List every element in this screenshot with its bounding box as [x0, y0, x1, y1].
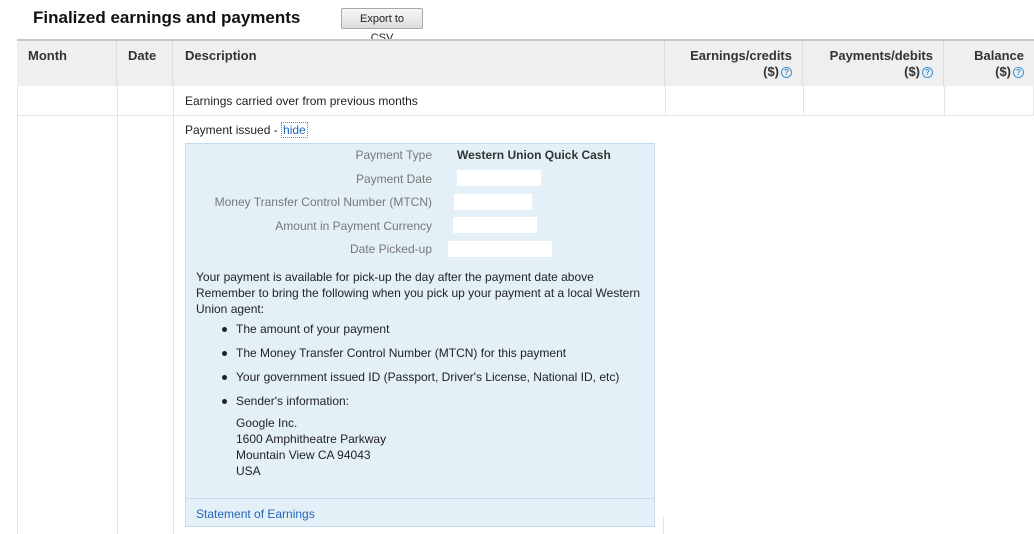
- pickup-instructions: Your payment is available for pick-up th…: [196, 269, 641, 487]
- list-item: Your government issued ID (Passport, Dri…: [222, 369, 641, 385]
- detail-label-date-picked-up: Date Picked-up: [349, 242, 432, 256]
- row-earnings-carried-over: Earnings carried over from previous mont…: [185, 94, 418, 108]
- detail-value-payment-type: Western Union Quick Cash: [457, 148, 611, 162]
- detail-row-payment-date: Payment Date: [186, 170, 656, 190]
- address-line: USA: [236, 464, 261, 478]
- hide-link[interactable]: hide: [281, 122, 308, 138]
- column-header-balance-label: Balance: [974, 48, 1024, 63]
- column-header-month-label: Month: [28, 48, 67, 63]
- column-header-earnings-unit-row: ($)?: [665, 64, 792, 80]
- detail-row-date-picked-up: Date Picked-up: [186, 241, 656, 260]
- payment-issued-label: Payment issued -: [185, 123, 282, 137]
- help-icon[interactable]: ?: [1013, 67, 1024, 78]
- column-header-date-label: Date: [128, 48, 157, 63]
- detail-row-mtcn: Money Transfer Control Number (MTCN): [186, 194, 656, 213]
- table-header: Month Date Description Earnings/credits …: [17, 39, 1034, 86]
- address-line: Google Inc.: [236, 416, 298, 430]
- redacted-value: [453, 217, 537, 233]
- sender-info-label: Sender's information:: [236, 394, 350, 408]
- address-line: Mountain View CA 94043: [236, 448, 371, 462]
- address-line: 1600 Amphitheatre Parkway: [236, 432, 387, 446]
- grid-line: [117, 86, 118, 534]
- column-header-payments-label: Payments/debits: [829, 48, 933, 63]
- column-header-month: Month: [17, 41, 117, 86]
- help-icon[interactable]: ?: [781, 67, 792, 78]
- statement-of-earnings-link[interactable]: Statement of Earnings: [196, 507, 315, 521]
- column-header-balance: Balance ($)?: [944, 41, 1034, 86]
- redacted-value: [448, 241, 552, 257]
- detail-label-payment-type: Payment Type: [355, 148, 433, 162]
- payment-details-footer: Statement of Earnings: [186, 498, 654, 526]
- redacted-value: [454, 194, 532, 210]
- list-item: The Money Transfer Control Number (MTCN)…: [222, 345, 641, 361]
- column-header-description: Description: [173, 41, 665, 86]
- payment-details-panel: Payment Type Western Union Quick Cash Pa…: [185, 143, 655, 527]
- pickup-availability-text: Your payment is available for pick-up th…: [196, 270, 594, 284]
- pickup-reminder-text: Remember to bring the following when you…: [196, 286, 641, 316]
- grid-line: [663, 516, 664, 534]
- detail-row-payment-type: Payment Type Western Union Quick Cash: [186, 148, 656, 166]
- column-header-payments-unit-row: ($)?: [803, 64, 933, 80]
- redacted-value: [457, 170, 541, 186]
- detail-label-mtcn: Money Transfer Control Number (MTCN): [214, 195, 432, 209]
- list-item: Sender's information: Google Inc. 1600 A…: [222, 393, 641, 479]
- detail-label-payment-date: Payment Date: [355, 172, 432, 186]
- sender-address: Google Inc. 1600 Amphitheatre Parkway Mo…: [236, 415, 641, 479]
- column-header-payments-unit: ($): [904, 64, 920, 79]
- column-header-balance-unit-row: ($)?: [944, 64, 1024, 80]
- column-header-balance-unit: ($): [995, 64, 1011, 79]
- export-csv-button[interactable]: Export to CSV: [341, 8, 423, 44]
- grid-line: [803, 86, 804, 116]
- page-title: Finalized earnings and payments: [33, 8, 301, 27]
- grid-line: [944, 86, 945, 116]
- column-header-earnings-unit: ($): [763, 64, 779, 79]
- detail-label-amount: Amount in Payment Currency: [275, 219, 432, 233]
- row-payment-issued: Payment issued - hide: [185, 122, 308, 138]
- help-icon[interactable]: ?: [922, 67, 933, 78]
- row-divider: [17, 115, 1034, 116]
- pickup-requirements-list: The amount of your payment The Money Tra…: [196, 321, 641, 479]
- column-header-earnings: Earnings/credits ($)?: [665, 41, 803, 86]
- column-header-earnings-label: Earnings/credits: [690, 48, 792, 63]
- column-header-description-label: Description: [185, 48, 257, 63]
- grid-line: [665, 86, 666, 116]
- list-item: The amount of your payment: [222, 321, 641, 337]
- grid-line: [173, 86, 174, 534]
- column-header-date: Date: [117, 41, 173, 86]
- column-header-payments: Payments/debits ($)?: [803, 41, 944, 86]
- grid-line: [17, 86, 18, 534]
- detail-row-amount: Amount in Payment Currency: [186, 217, 656, 237]
